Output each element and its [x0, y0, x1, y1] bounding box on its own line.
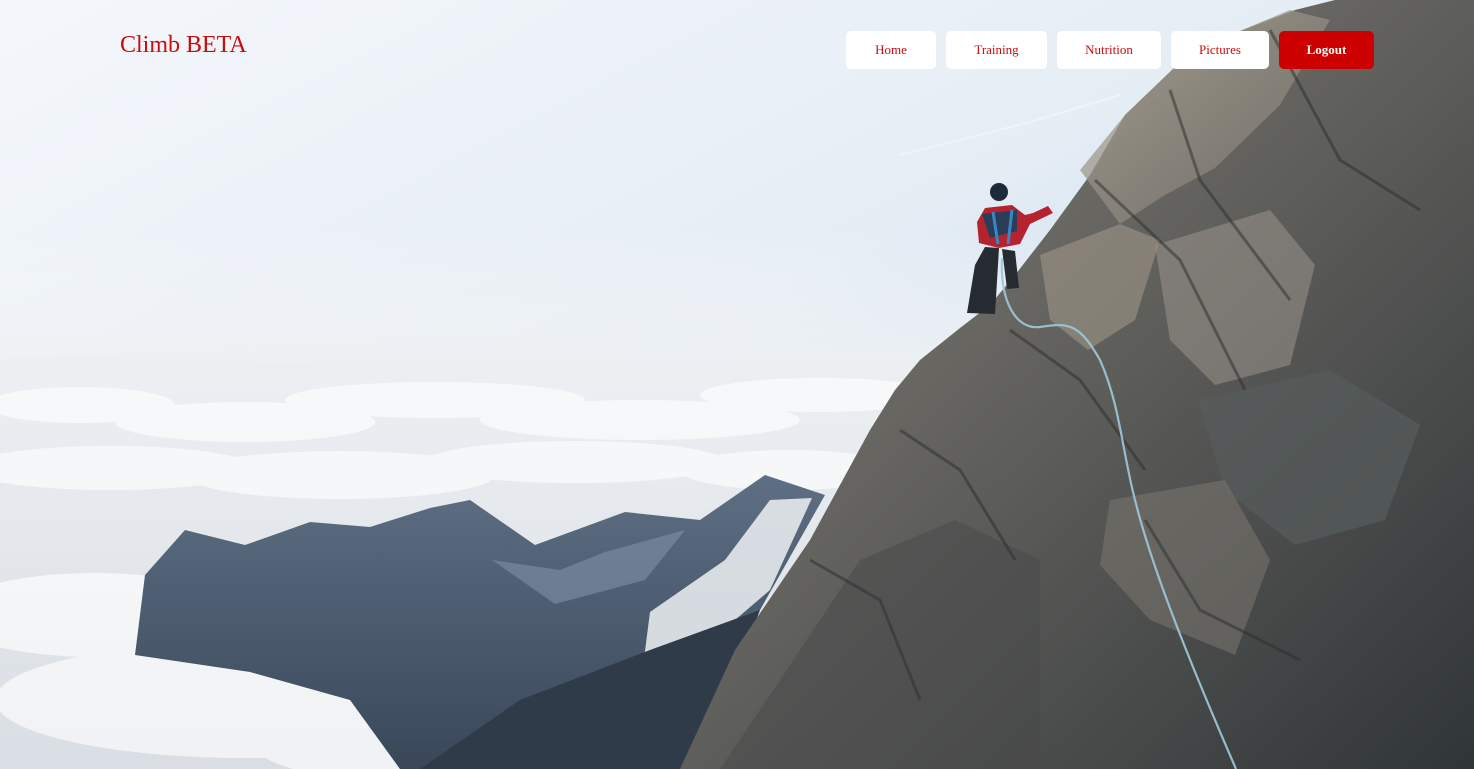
hero-background-image — [0, 0, 1474, 769]
nav-pictures-button[interactable]: Pictures — [1171, 31, 1269, 69]
site-header: Climb BETA Home Training Nutrition Pictu… — [0, 0, 1474, 90]
nav-training-button[interactable]: Training — [946, 31, 1047, 69]
main-navigation: Home Training Nutrition Pictures Logout — [846, 31, 1374, 69]
site-logo-text[interactable]: Climb BETA — [120, 30, 247, 60]
nav-home-button[interactable]: Home — [846, 31, 936, 69]
nav-nutrition-button[interactable]: Nutrition — [1057, 31, 1161, 69]
hero-section: Climb BETA Home Training Nutrition Pictu… — [0, 0, 1474, 769]
logout-button[interactable]: Logout — [1279, 31, 1374, 69]
